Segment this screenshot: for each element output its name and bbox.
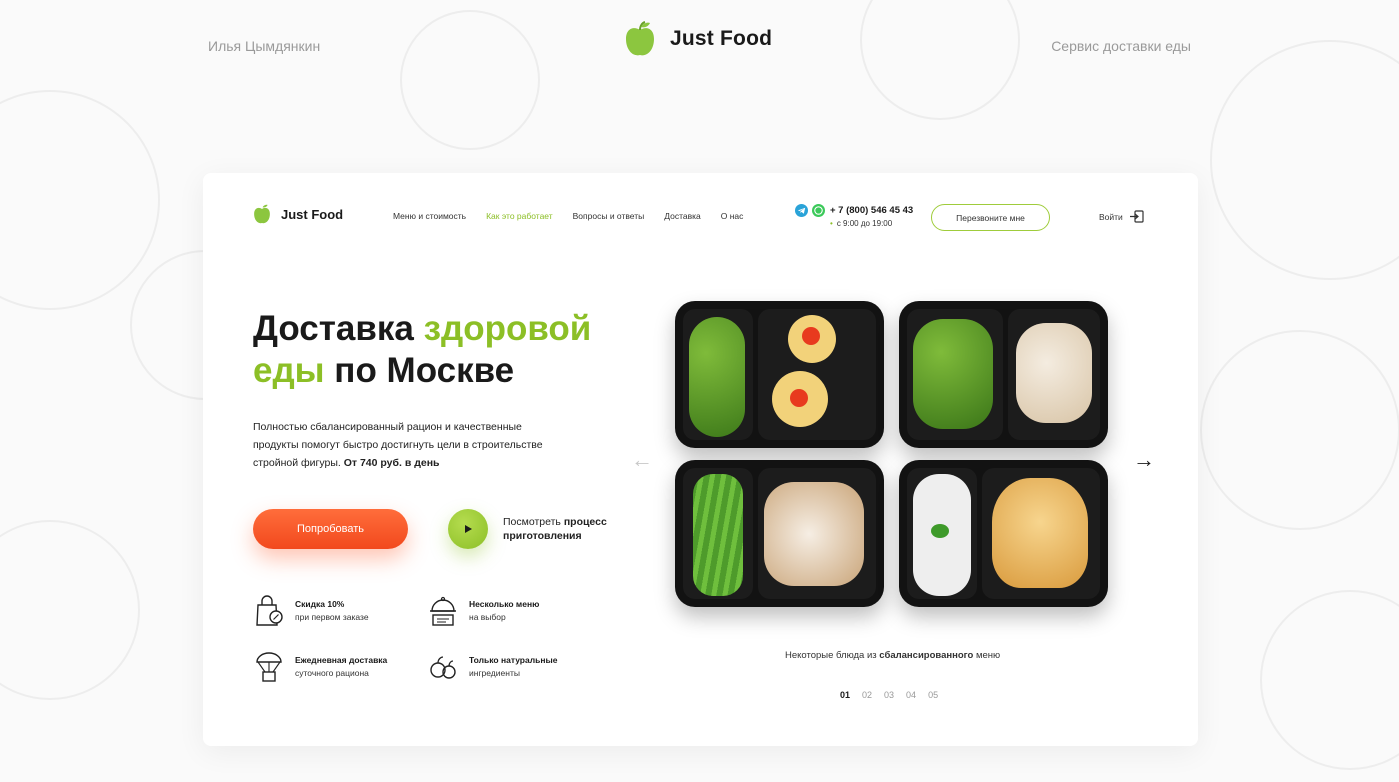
presentation-logo: Just Food <box>624 20 772 58</box>
nav-link-how-it-works[interactable]: Как это работает <box>486 211 553 221</box>
author-name: Илья Цымдянкин <box>208 38 321 54</box>
feature-discount: Скидка 10% при первом заказе <box>253 595 369 627</box>
feature-daily-delivery: Ежедневная доставка суточного рациона <box>253 651 387 683</box>
gallery-caption: Некоторые блюда из сбалансированного мен… <box>785 650 1001 661</box>
nav-links: Меню и стоимость Как это работает Вопрос… <box>393 211 743 221</box>
nav-link-faq[interactable]: Вопросы и ответы <box>573 211 645 221</box>
page-number[interactable]: 03 <box>884 690 894 700</box>
presentation-brand: Just Food <box>670 27 773 50</box>
working-hours: с 9:00 до 19:00 <box>830 219 892 228</box>
broccoli-compartment <box>907 309 1003 440</box>
whatsapp-icon[interactable] <box>812 204 825 217</box>
discount-bag-icon <box>256 595 283 626</box>
gallery-prev-arrow[interactable]: ← <box>631 447 653 473</box>
feature-title: Ежедневная доставка <box>295 655 388 665</box>
food-tray-broccoli-chicken <box>899 301 1108 448</box>
menu-cloche-icon <box>430 596 456 626</box>
fruits-icon <box>430 656 456 679</box>
pancakes-compartment <box>982 468 1100 599</box>
apple-logo-icon <box>254 204 270 224</box>
background-doodle <box>1210 40 1399 280</box>
background-doodle <box>400 10 540 150</box>
site-logo[interactable]: Just Food <box>253 203 343 225</box>
landing-card: Just Food Меню и стоимость Как это работ… <box>203 173 1198 746</box>
broccoli-compartment <box>683 309 753 440</box>
food-tray-broccoli-egg <box>675 301 884 448</box>
login-link[interactable]: Войти <box>1099 210 1144 223</box>
hero-price: От 740 руб. в день <box>343 457 440 469</box>
background-doodle <box>0 520 140 700</box>
login-icon <box>1129 210 1144 223</box>
page-number[interactable]: 05 <box>928 690 938 700</box>
feature-title: Скидка 10% <box>295 599 345 609</box>
yogurt-compartment <box>907 468 977 599</box>
watch-process-link[interactable]: Посмотреть процесс приготовления <box>503 515 633 543</box>
callback-button[interactable]: Перезвоните мне <box>931 204 1050 231</box>
apple-logo-icon <box>626 21 654 56</box>
navbar: Just Food Меню и стоимость Как это работ… <box>203 173 1198 261</box>
phone-number[interactable]: + 7 (800) 546 45 43 <box>830 205 913 216</box>
feature-subtitle: на выбор <box>469 612 506 622</box>
feature-subtitle: суточного рациона <box>295 668 369 678</box>
background-doodle <box>0 90 160 310</box>
login-label: Войти <box>1099 211 1123 222</box>
presentation-tagline: Сервис доставки еды <box>1051 38 1191 54</box>
hero-title: Доставка здоровой еды по Москве <box>253 309 592 390</box>
feature-natural: Только натуральные ингредиенты <box>427 651 557 683</box>
play-video-button[interactable] <box>448 509 488 549</box>
chicken-compartment <box>1008 309 1100 440</box>
background-doodle <box>1200 330 1399 530</box>
page-number[interactable]: 01 <box>840 690 850 700</box>
egg-compartment <box>758 309 876 440</box>
nav-link-menu[interactable]: Меню и стоимость <box>393 211 466 221</box>
nav-link-about[interactable]: О нас <box>721 211 744 221</box>
parachute-box-icon <box>256 652 282 682</box>
feature-subtitle: ингредиенты <box>469 668 520 678</box>
nav-link-delivery[interactable]: Доставка <box>664 211 701 221</box>
page-number[interactable]: 04 <box>906 690 916 700</box>
background-doodle <box>1260 590 1399 770</box>
page-number[interactable]: 02 <box>862 690 872 700</box>
telegram-icon[interactable] <box>795 204 808 217</box>
try-button[interactable]: Попробовать <box>253 509 408 549</box>
gallery-pagination: 01 02 03 04 05 <box>840 690 938 700</box>
feature-menus: Несколько меню на выбор <box>427 595 539 627</box>
chicken-compartment <box>758 468 876 599</box>
feature-title: Несколько меню <box>469 599 540 609</box>
food-tray-beans-chicken <box>675 460 884 607</box>
play-icon <box>465 525 472 533</box>
hero-description: Полностью сбалансированный рацион и каче… <box>253 421 543 469</box>
feature-subtitle: при первом заказе <box>295 612 369 622</box>
background-doodle <box>860 0 1020 120</box>
beans-compartment <box>683 468 753 599</box>
site-brand: Just Food <box>281 206 344 222</box>
gallery-next-arrow[interactable]: → <box>1133 447 1155 473</box>
food-tray-yogurt-pancakes <box>899 460 1108 607</box>
feature-title: Только натуральные <box>469 655 558 665</box>
